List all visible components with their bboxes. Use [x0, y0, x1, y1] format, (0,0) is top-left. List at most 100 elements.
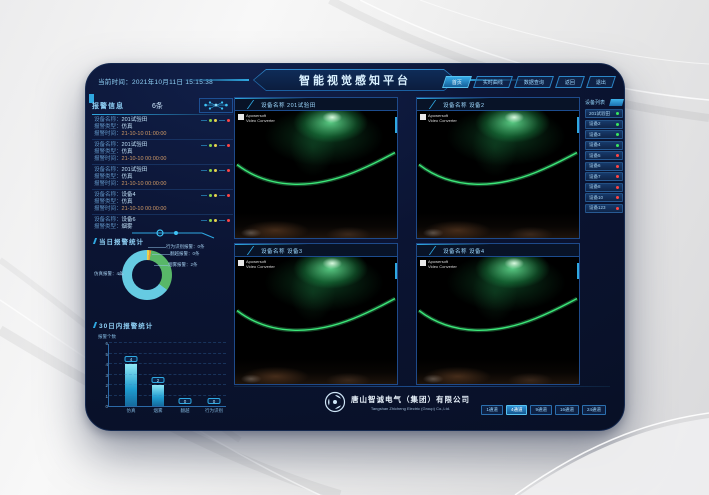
channel-24-button[interactable]: 24通道 [582, 405, 606, 415]
device-status-dot [616, 175, 619, 178]
video-feed[interactable]: ApowersoftVideo Converter [235, 111, 397, 238]
bar [152, 385, 164, 406]
alarm-list[interactable]: 设备名称：201试验田 报警类型：仿真 报警时间：21-10-10 01:00:… [92, 115, 233, 229]
slash-decoration-icon [247, 100, 259, 109]
alarm-device: 201试验田 [122, 117, 148, 123]
donut-legend-crossing: 翻越报警：0条 [170, 251, 200, 257]
legend-leader-line [148, 247, 166, 248]
slash-decoration-icon [247, 246, 259, 255]
device-item[interactable]: 设备10 [585, 193, 623, 202]
device-item[interactable]: 设备2 [585, 120, 623, 129]
alarm-list-item[interactable]: 设备名称：设备4 报警类型：仿真 报警时间：21-10-10 00:00:00 [92, 190, 233, 215]
video-panel-title: 设备名称 设备2 [443, 101, 485, 109]
watermark: ApowersoftVideo Converter [238, 114, 275, 123]
alarm-type: 仿真 [122, 149, 133, 155]
dashboard-root: 当前时间：2021年10月11日 15:15:38 智能视觉感知平台 首页 实时… [85, 63, 625, 431]
device-status-dot [616, 112, 619, 115]
video-panel-1[interactable]: 设备名称 201试验田 ApowersoftVideo Converter [234, 97, 398, 239]
alarm-time: 21-10-10 00:00:00 [122, 206, 167, 212]
slash-decoration-icon [429, 246, 441, 255]
watermark-icon [420, 260, 426, 266]
alarm-type: 烟雾 [122, 224, 133, 229]
page-background: 当前时间：2021年10月11日 15:15:38 智能视觉感知平台 首页 实时… [0, 0, 709, 495]
device-item[interactable]: 设备123 [585, 204, 623, 213]
current-time: 当前时间：2021年10月11日 15:15:38 [98, 76, 213, 86]
bar-value-label: 0 [179, 398, 192, 404]
alarm-count-badge: 6条 [152, 101, 163, 111]
video-feed[interactable]: ApowersoftVideo Converter [235, 257, 397, 384]
device-item[interactable]: 201试验田 [585, 109, 623, 118]
company-logo-icon [324, 391, 346, 413]
machinery-silhouette [235, 111, 397, 238]
device-status-dot [616, 196, 619, 199]
alarm-panel-header: 报警信息 6条 [92, 98, 233, 114]
device-item[interactable]: 设备7 [585, 172, 623, 181]
alarm-list-item[interactable]: 设备名称：201试验田 报警类型：仿真 报警时间：21-10-10 00:00:… [92, 140, 233, 165]
video-wall: 设备名称 201试验田 ApowersoftVideo Converter [234, 97, 580, 387]
left-sidebar: 报警信息 6条 设备名称：201试验田 报警类型：仿真 [92, 98, 233, 426]
bar-category-label: 烟雾 [154, 408, 163, 414]
channel-9-button[interactable]: 9通道 [530, 405, 552, 415]
device-item[interactable]: 设备4 [585, 141, 623, 150]
nav-back-button[interactable]: 返回 [555, 76, 585, 88]
alarm-status-dots [201, 219, 230, 222]
nav-realtime-curve-button[interactable]: 实时曲线 [473, 76, 513, 88]
alarm-type: 仿真 [122, 124, 133, 130]
video-panel-title: 设备名称 设备4 [443, 247, 485, 255]
device-list-tab[interactable] [609, 99, 624, 106]
device-item[interactable]: 设备8 [585, 183, 623, 192]
legend-leader-line [154, 265, 168, 266]
alarm-time: 21-10-10 00:00:00 [122, 156, 167, 162]
alarm-device: 201试验田 [122, 142, 148, 148]
nav-data-query-button[interactable]: 数据查询 [514, 76, 554, 88]
channel-switcher: 1通道 4通道 9通道 16通道 24通道 [481, 405, 606, 415]
video-feed[interactable]: ApowersoftVideo Converter [417, 111, 579, 238]
page-title: 智能视觉感知平台 [254, 70, 456, 90]
video-panel-header: 设备名称 设备4 [417, 244, 579, 257]
watermark: ApowersoftVideo Converter [420, 114, 457, 123]
daily-alarm-donut-chart [122, 250, 172, 300]
gridline [109, 395, 226, 396]
legend-leader-line [118, 274, 124, 275]
gridline [109, 342, 226, 343]
bar-value-label: 4 [125, 356, 138, 362]
device-item[interactable]: 设备6 [585, 162, 623, 171]
watermark-icon [420, 114, 426, 120]
donut-legend-smoke: 烟雾报警：2条 [168, 262, 198, 268]
device-status-dot [616, 144, 619, 147]
device-item[interactable]: 设备3 [585, 130, 623, 139]
nav-home-button[interactable]: 首页 [442, 76, 472, 88]
alarm-type: 仿真 [122, 174, 133, 180]
machinery-silhouette [417, 257, 579, 384]
monthly-alarm-bar-chart: 4 仿真 2 烟雾 0 翻越 0 行为识别 012345 [108, 344, 226, 407]
channel-4-button[interactable]: 4通道 [506, 405, 528, 415]
slash-decoration-icon [429, 100, 441, 109]
video-panel-2[interactable]: 设备名称 设备2 ApowersoftVideo Converter [416, 97, 580, 239]
device-status-dot [616, 165, 619, 168]
video-panel-4[interactable]: 设备名称 设备4 ApowersoftVideo Converter [416, 243, 580, 385]
video-feed[interactable]: ApowersoftVideo Converter [417, 257, 579, 384]
panel-edge-accent [395, 263, 397, 279]
device-status-dot [616, 123, 619, 126]
alarm-list-item[interactable]: 设备名称：201试验田 报警类型：仿真 报警时间：21-10-10 01:00:… [92, 115, 233, 140]
company-name-cn: 唐山智诚电气（集团）有限公司 [351, 394, 470, 405]
network-topology-icon [199, 98, 233, 113]
bar-value-label: 0 [208, 398, 221, 404]
y-axis-tick: 4 [100, 362, 108, 367]
gridline [109, 384, 226, 385]
watermark: ApowersoftVideo Converter [238, 260, 275, 269]
y-axis-tick: 2 [100, 383, 108, 388]
alarm-status-dots [201, 144, 230, 147]
device-status-dot [616, 186, 619, 189]
device-item[interactable]: 设备5 [585, 151, 623, 160]
daily-stats-title: 当日报警统计 [94, 236, 144, 246]
device-list-panel: 设备列表 201试验田 设备2 设备3 设备4 设备5 设备6 设备7 设备8 … [585, 97, 623, 214]
alarm-panel-title: 报警信息 [92, 101, 124, 111]
machinery-silhouette [235, 257, 397, 384]
video-panel-3[interactable]: 设备名称 设备3 ApowersoftVideo Converter [234, 243, 398, 385]
alarm-list-item[interactable]: 设备名称：设备6 报警类型：烟雾 报警时间：21-10-10 00:00:00 [92, 215, 233, 229]
channel-16-button[interactable]: 16通道 [555, 405, 579, 415]
channel-1-button[interactable]: 1通道 [481, 405, 503, 415]
nav-exit-button[interactable]: 退出 [586, 76, 616, 88]
alarm-list-item[interactable]: 设备名称：201试验田 报警类型：仿真 报警时间：21-10-10 00:00:… [92, 165, 233, 190]
